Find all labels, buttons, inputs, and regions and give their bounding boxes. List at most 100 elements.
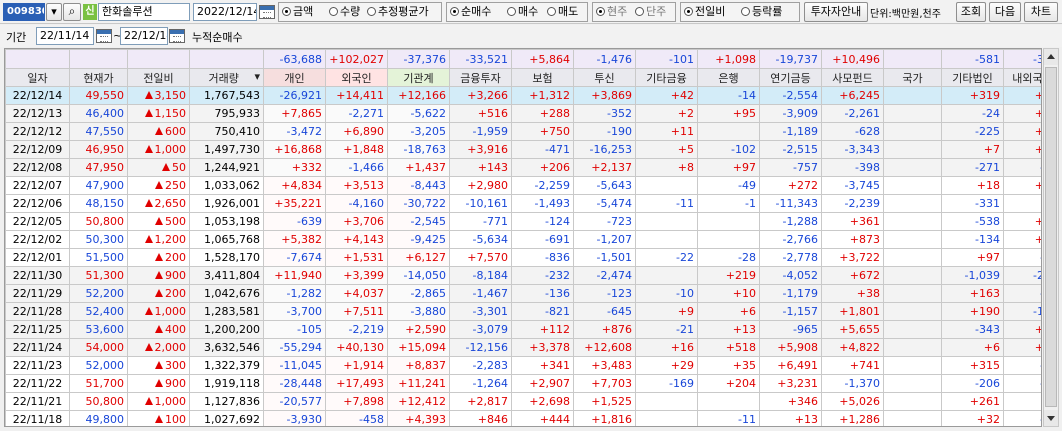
table-row[interactable]: 22/12/09 46,950 1,000 1,497,730 +16,868 +1,84… — [5, 140, 1041, 159]
table-row[interactable]: 22/12/02 50,300 1,200 1,065,768 +5,382 +4,143… — [5, 230, 1041, 249]
table-row[interactable]: 22/11/22 51,700 900 1,919,118 -28,448 +17,493… — [5, 374, 1041, 393]
calendar-icon[interactable] — [259, 5, 275, 19]
table-cell: -16,253 — [573, 140, 636, 159]
column-header[interactable]: 투신 — [573, 68, 636, 87]
column-header[interactable]: 사모펀드 — [821, 68, 884, 87]
table-cell: -7 — [1003, 194, 1041, 213]
table-cell: 1,033,062 — [189, 176, 264, 195]
radio-current-price[interactable]: 현주 — [596, 3, 627, 21]
radio-quantity[interactable]: 수량 — [329, 3, 360, 21]
search-button[interactable]: ⌕ — [63, 3, 81, 21]
date-input[interactable]: 2022/12/14 — [193, 3, 257, 21]
table-cell: -2,554 — [759, 86, 822, 105]
table-row[interactable]: 22/12/05 50,800 500 1,053,198 -639 +3,706 -2,5… — [5, 212, 1041, 231]
table-cell: +190 — [941, 302, 1004, 321]
table-cell: -1,467 — [449, 284, 512, 303]
table-cell: 1,497,730 — [189, 140, 264, 159]
unit-radio-group: 금액 수량 추정평균가 — [278, 2, 442, 22]
calendar-icon[interactable] — [96, 29, 112, 43]
radio-unit-price[interactable]: 단주 — [635, 3, 666, 21]
radio-prev-diff[interactable]: 전일비 — [684, 3, 725, 21]
table-cell: -11 — [697, 410, 760, 426]
table-cell: -821 — [511, 302, 574, 321]
table-cell: +12,608 — [573, 338, 636, 357]
table-row[interactable]: 22/11/29 52,200 200 1,042,676 -1,282 +4,037 -2… — [5, 284, 1041, 303]
up-triangle-icon — [155, 253, 163, 261]
table-row[interactable]: 22/11/25 53,600 400 1,200,200 -105 -2,219 +2,5… — [5, 320, 1041, 339]
table-row[interactable]: 22/12/14 49,550 3,150 1,767,543 -26,921 +14,4… — [5, 86, 1041, 105]
vertical-scrollbar[interactable] — [1043, 48, 1059, 427]
investor-guide-button[interactable]: 투자자안내 — [804, 2, 868, 22]
stock-code-input[interactable]: 009830 — [3, 3, 45, 21]
radio-avg-price[interactable]: 추정평균가 — [367, 3, 429, 21]
query-button[interactable]: 조회 — [956, 2, 986, 22]
trade-radio-group: 순매수 매수 매도 — [446, 2, 588, 22]
column-header[interactable]: 외국인 — [325, 68, 388, 87]
radio-amount[interactable]: 금액 — [282, 3, 313, 21]
table-cell: +2 — [635, 104, 698, 123]
scroll-up-icon[interactable] — [1044, 49, 1058, 65]
table-cell: -2,239 — [821, 194, 884, 213]
table-cell: 1,027,692 — [189, 410, 264, 426]
column-header[interactable]: 현재가 — [69, 68, 128, 87]
table-cell: -102 — [697, 140, 760, 159]
table-cell: 900 — [127, 266, 190, 285]
radio-sell[interactable]: 매도 — [547, 3, 578, 21]
table-cell: 22/11/22 — [5, 374, 70, 393]
table-row[interactable]: 22/11/28 52,400 1,000 1,283,581 -3,700 +7,511… — [5, 302, 1041, 321]
table-cell: -8,184 — [449, 266, 512, 285]
up-triangle-icon — [155, 181, 163, 189]
investor-trend-grid[interactable]: -63,688 +102,027 -37,376 -33,521 +5,864 -1,47… — [4, 48, 1042, 427]
column-header[interactable]: 연기금등 — [759, 68, 822, 87]
table-cell: +1,816 — [573, 410, 636, 426]
table-row[interactable]: 22/12/08 47,950 50 1,244,921 +332 -1,466 +1,43… — [5, 158, 1041, 177]
column-header[interactable]: 보험 — [511, 68, 574, 87]
column-header[interactable]: 거래량 ▾ — [189, 68, 264, 87]
table-cell: 46,400 — [69, 104, 128, 123]
table-cell: +12 — [1003, 122, 1041, 141]
table-cell: 49,550 — [69, 86, 128, 105]
column-header[interactable]: 기관계 — [387, 68, 450, 87]
table-cell: +11,940 — [263, 266, 326, 285]
period-to-input[interactable]: 22/12/14 — [120, 27, 168, 45]
radio-buy[interactable]: 매수 — [507, 3, 538, 21]
radio-change-rate[interactable]: 등락률 — [741, 3, 782, 21]
table-cell — [883, 140, 942, 159]
table-cell: -398 — [821, 158, 884, 177]
table-row[interactable]: 22/12/01 51,500 200 1,528,170 -7,674 +1,531 +6… — [5, 248, 1041, 267]
table-cell — [883, 392, 942, 411]
table-row[interactable]: 22/11/18 49,800 100 1,027,692 -3,930 -458 +4,3… — [5, 410, 1041, 426]
radio-net-buy[interactable]: 순매수 — [450, 3, 491, 21]
scroll-down-icon[interactable] — [1044, 410, 1058, 426]
chart-button[interactable]: 차트 — [1024, 2, 1058, 22]
column-header[interactable]: 개인 — [263, 68, 326, 87]
column-header[interactable]: 국가 — [883, 68, 942, 87]
column-header[interactable]: 기타금융 — [635, 68, 698, 87]
calendar-icon[interactable] — [169, 29, 185, 43]
table-row[interactable]: 22/11/21 50,800 1,000 1,127,836 -20,577 +7,89… — [5, 392, 1041, 411]
table-cell: +1,437 — [387, 158, 450, 177]
table-row[interactable]: 22/11/30 51,300 900 3,411,804 +11,940 +3,399-… — [5, 266, 1041, 285]
table-row[interactable]: 22/12/06 48,150 2,650 1,926,001 +35,221 -4,16… — [5, 194, 1041, 213]
table-cell: +35,221 — [263, 194, 326, 213]
period-from-input[interactable]: 22/11/14 — [36, 27, 94, 45]
table-cell: -53 — [1003, 284, 1041, 303]
column-header[interactable]: 기타법인 — [941, 68, 1004, 87]
column-header[interactable]: 일자 — [5, 68, 70, 87]
code-dropdown-button[interactable]: ▾ — [46, 3, 62, 21]
column-header[interactable]: 내외국인 — [1003, 68, 1041, 87]
table-row[interactable]: 22/12/07 47,900 250 1,033,062 +4,834 +3,513 -8… — [5, 176, 1041, 195]
table-row[interactable]: 22/11/23 52,000 300 1,322,379 -11,045 +1,914 +… — [5, 356, 1041, 375]
table-row[interactable]: 22/11/24 54,000 2,000 3,632,546 -55,294 +40,1… — [5, 338, 1041, 357]
table-row[interactable]: 22/12/12 47,550 600 750,410 -3,472 +6,890 -3,2… — [5, 122, 1041, 141]
scroll-thumb[interactable] — [1045, 67, 1057, 407]
column-header[interactable]: 전일비 — [127, 68, 190, 87]
table-cell: -122 — [1003, 302, 1041, 321]
column-header[interactable]: 은행 — [697, 68, 760, 87]
table-cell: -4,160 — [325, 194, 388, 213]
table-cell: -3,930 — [263, 410, 326, 426]
next-button[interactable]: 다음 — [989, 2, 1021, 22]
column-header[interactable]: 금융투자 — [449, 68, 512, 87]
table-row[interactable]: 22/12/13 46,400 1,150 795,933 +7,865 -2,271 -5… — [5, 104, 1041, 123]
table-cell: +10 — [697, 284, 760, 303]
